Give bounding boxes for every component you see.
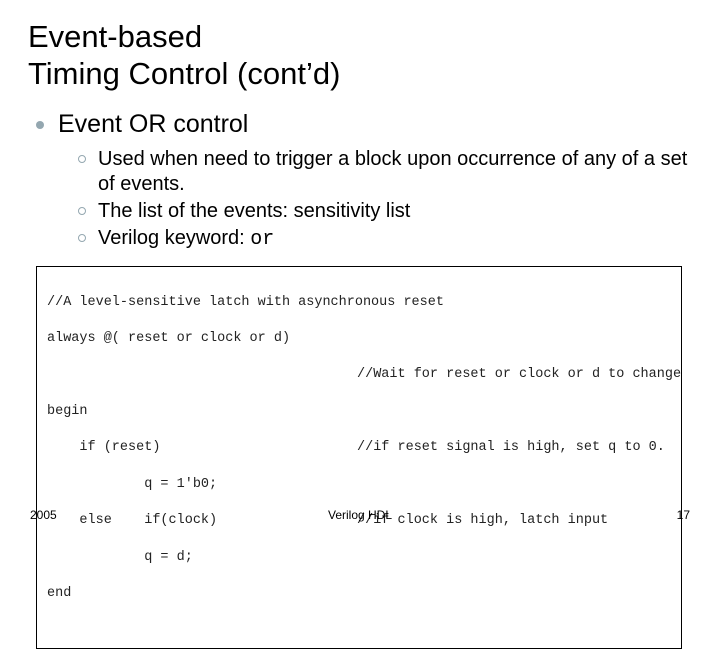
verilog-keyword: or bbox=[250, 228, 274, 251]
code-line: if (reset)//if reset signal is high, set… bbox=[47, 439, 671, 457]
hollow-bullet-icon bbox=[78, 234, 86, 242]
code-line: //A level-sensitive latch with asynchron… bbox=[47, 294, 671, 312]
bullet-level2: Verilog keyword: or bbox=[78, 226, 692, 252]
footer-title: Verilog HDL bbox=[0, 508, 720, 522]
slide: Event-based Timing Control (cont’d) Even… bbox=[0, 0, 720, 540]
code-comment: //Wait for reset or clock or d to change bbox=[357, 366, 681, 384]
footer: 2005 Verilog HDL 17 bbox=[0, 508, 720, 524]
code-line: q = 1'b0; bbox=[47, 476, 671, 494]
code-line: //Wait for reset or clock or d to change bbox=[47, 366, 671, 384]
bullet-level2: The list of the events: sensitivity list bbox=[78, 199, 692, 224]
code-comment: //if reset signal is high, set q to 0. bbox=[357, 439, 665, 457]
code-line: begin bbox=[47, 403, 671, 421]
bullet-level2: Used when need to trigger a block upon o… bbox=[78, 147, 692, 197]
bullet-level1: Event OR control bbox=[36, 110, 692, 139]
bullet-level2-text: Verilog keyword: or bbox=[98, 226, 274, 252]
code-left: if (reset) bbox=[47, 439, 357, 457]
bullet-text-prefix: Verilog keyword: bbox=[98, 227, 250, 249]
code-left bbox=[47, 366, 357, 384]
hollow-bullet-icon bbox=[78, 155, 86, 163]
bullet-level1-text: Event OR control bbox=[58, 110, 248, 139]
title-line-2: Timing Control (cont’d) bbox=[28, 56, 340, 91]
disc-bullet-icon bbox=[36, 121, 44, 129]
code-line: end bbox=[47, 585, 671, 603]
page-number: 17 bbox=[677, 508, 690, 522]
code-line: q = d; bbox=[47, 549, 671, 567]
slide-title: Event-based Timing Control (cont’d) bbox=[28, 18, 692, 92]
code-line: always @( reset or clock or d) bbox=[47, 330, 671, 348]
hollow-bullet-icon bbox=[78, 207, 86, 215]
code-block: //A level-sensitive latch with asynchron… bbox=[36, 266, 682, 648]
title-line-1: Event-based bbox=[28, 19, 202, 54]
bullet-level2-text: Used when need to trigger a block upon o… bbox=[98, 147, 692, 197]
bullet-level2-text: The list of the events: sensitivity list bbox=[98, 199, 410, 224]
